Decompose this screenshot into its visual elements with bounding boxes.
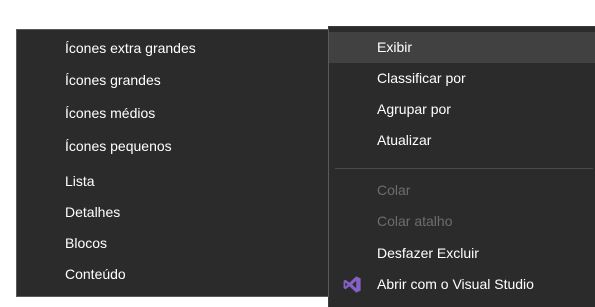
menu-item-exibir[interactable]: Exibir [329,32,595,63]
menu-item-label: Atualizar [377,132,432,148]
submenu-item-extra-large-icons[interactable]: Ícones extra grandes [17,33,328,64]
menu-item-label: Colar [377,182,411,198]
menu-item-label: Exibir [377,39,413,55]
submenu-item-label: Ícones grandes [65,72,161,88]
submenu-item-tiles[interactable]: Blocos [17,228,328,259]
menu-item-classificar-por[interactable]: Classificar por [329,63,595,94]
submenu-item-small-icons[interactable]: Ícones pequenos [17,131,328,162]
view-submenu: Ícones extra grandes Ícones grandes Ícon… [16,29,329,297]
submenu-item-large-icons[interactable]: Ícones grandes [17,65,328,96]
submenu-item-label: Lista [65,173,95,189]
menu-separator [335,168,593,169]
submenu-item-label: Detalhes [65,204,121,220]
submenu-item-content[interactable]: Conteúdo [17,259,328,290]
menu-item-label: Desfazer Excluir [377,245,479,261]
menu-item-agrupar-por[interactable]: Agrupar por [329,94,595,125]
menu-item-colar-atalho[interactable]: Colar atalho [329,206,595,237]
submenu-item-details[interactable]: Detalhes [17,197,328,228]
submenu-item-label: Ícones extra grandes [65,40,196,56]
menu-item-label: Classificar por [377,70,466,86]
submenu-item-label: Conteúdo [65,266,126,282]
submenu-item-medium-icons[interactable]: Ícones médios [17,98,328,129]
menu-item-desfazer-excluir[interactable]: Desfazer Excluir [329,238,595,269]
visual-studio-icon [343,276,361,293]
menu-item-label: Abrir com o Visual Studio [377,276,534,292]
submenu-item-label: Blocos [65,235,108,251]
menu-item-atualizar[interactable]: Atualizar [329,125,595,156]
menu-item-colar[interactable]: Colar [329,175,595,206]
submenu-item-label: Ícones pequenos [65,138,172,154]
desktop-area: Exibir Classificar por Agrupar por Atual… [0,0,595,307]
submenu-item-label: Ícones médios [65,105,156,121]
menu-item-abrir-visual-studio[interactable]: Abrir com o Visual Studio [329,269,595,300]
menu-item-label: Agrupar por [377,101,451,117]
submenu-item-list[interactable]: Lista [17,166,328,197]
menu-item-label: Colar atalho [377,213,453,229]
desktop-context-menu: Exibir Classificar por Agrupar por Atual… [328,26,595,307]
